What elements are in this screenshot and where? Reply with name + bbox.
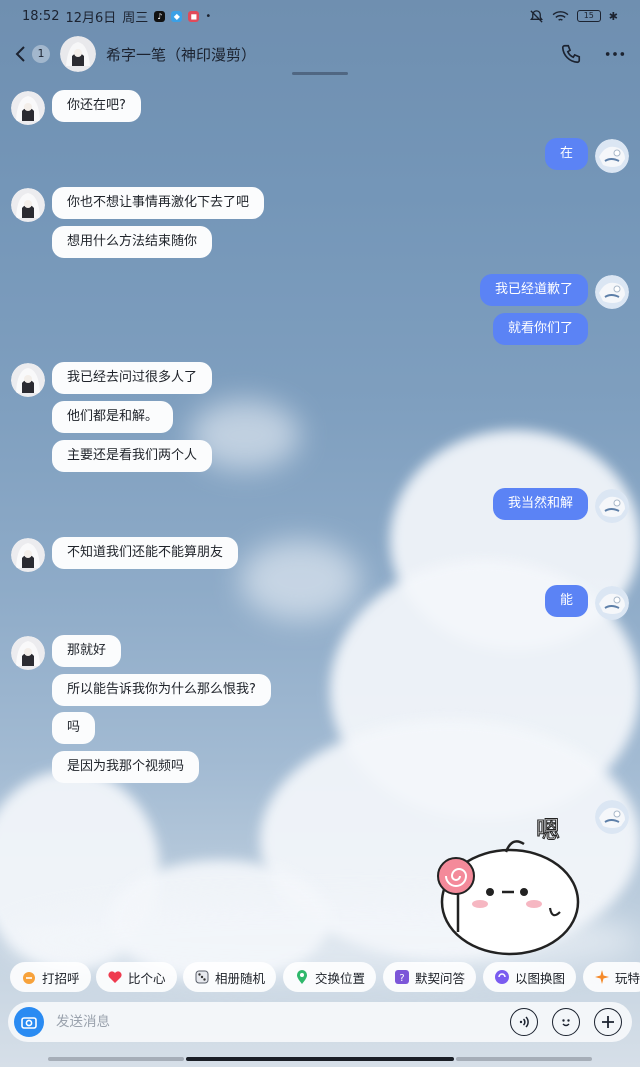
incoming-message-bubble[interactable]: 吗 xyxy=(52,712,96,744)
message-input[interactable] xyxy=(56,1014,510,1030)
pull-handle[interactable] xyxy=(292,72,348,75)
battery-indicator: 15 xyxy=(576,10,601,22)
quick-action-label: 交换位置 xyxy=(315,970,366,986)
contact-avatar[interactable] xyxy=(11,636,45,670)
sticker-message[interactable]: 嗯 xyxy=(432,808,588,958)
incoming-message-bubble[interactable]: 所以能告诉我你为什么那么恨我? xyxy=(52,674,271,706)
incoming-message-bubble[interactable]: 我已经去问过很多人了 xyxy=(52,362,213,394)
quick-action-label: 相册随机 xyxy=(215,970,266,986)
quick-action-swap-location[interactable]: 交换位置 xyxy=(283,962,377,992)
status-time: 18:52 xyxy=(22,8,60,24)
incoming-message-bubble[interactable]: 那就好 xyxy=(52,635,122,667)
unread-count-badge: 1 xyxy=(32,45,50,63)
contact-avatar[interactable] xyxy=(11,363,45,397)
incoming-message-bubble[interactable]: 你也不想让事情再激化下去了吧 xyxy=(52,187,265,219)
quick-actions-bar: 打招呼 比个心 相册随机 交换位置 ? 默契问答 以图换图 玩特 xyxy=(0,960,640,994)
quick-action-qa[interactable]: ? 默契问答 xyxy=(383,962,477,992)
voice-message-button[interactable] xyxy=(510,1008,538,1036)
incoming-message-bubble[interactable]: 主要还是看我们两个人 xyxy=(52,440,213,472)
question-icon: ? xyxy=(394,969,410,985)
incoming-message-bubble[interactable]: 你还在吧? xyxy=(52,90,141,122)
wave-icon xyxy=(21,969,37,985)
voice-wave-icon xyxy=(519,1016,529,1028)
incoming-message-bubble[interactable]: 想用什么方法结束随你 xyxy=(52,226,213,258)
my-avatar[interactable] xyxy=(595,139,629,173)
quick-action-label: 默契问答 xyxy=(415,970,466,986)
contact-avatar[interactable] xyxy=(11,91,45,125)
quick-action-heart[interactable]: 比个心 xyxy=(96,962,177,992)
status-bar: 18:52 12月6日 周三 ♪ ◆ ◼ • 15 ✱ xyxy=(0,0,640,32)
wifi-icon xyxy=(552,10,569,21)
outgoing-message-bubble[interactable]: 我已经道歉了 xyxy=(479,274,588,306)
chat-header: 1 希字一笔（神印漫剪） xyxy=(0,32,640,76)
image-swap-icon xyxy=(494,969,510,985)
my-avatar[interactable] xyxy=(595,489,629,523)
camera-button[interactable] xyxy=(14,1007,44,1037)
more-options-icon[interactable] xyxy=(604,43,626,65)
emoji-button[interactable] xyxy=(552,1008,580,1036)
quick-action-play[interactable]: 玩特 xyxy=(583,962,640,992)
my-avatar[interactable] xyxy=(595,586,629,620)
my-avatar[interactable] xyxy=(595,275,629,309)
quick-action-wave[interactable]: 打招呼 xyxy=(10,962,91,992)
contact-avatar[interactable] xyxy=(11,538,45,572)
outgoing-message-bubble[interactable]: 我当然和解 xyxy=(492,488,588,520)
plus-icon xyxy=(602,1016,614,1028)
quick-action-label: 比个心 xyxy=(128,970,166,986)
gesture-bar-segment xyxy=(48,1057,184,1061)
quick-action-label: 以图换图 xyxy=(515,970,566,986)
more-plus-button[interactable] xyxy=(594,1008,622,1036)
sparkle-icon xyxy=(594,969,610,985)
quick-action-label: 打招呼 xyxy=(42,970,80,986)
camera-icon xyxy=(21,1017,37,1029)
quick-action-label: 玩特 xyxy=(615,970,640,986)
gesture-bar-segment xyxy=(456,1057,592,1061)
outgoing-message-bubble[interactable]: 在 xyxy=(544,138,588,170)
emoji-face-icon xyxy=(562,1019,570,1027)
incoming-message-bubble[interactable]: 不知道我们还能不能算朋友 xyxy=(52,537,239,569)
contact-avatar[interactable] xyxy=(11,188,45,222)
my-avatar[interactable] xyxy=(595,800,629,834)
tiktok-notification-icon: ♪ xyxy=(154,10,166,22)
sticker-text: 嗯 xyxy=(536,816,560,844)
incoming-message-bubble[interactable]: 他们都是和解。 xyxy=(52,401,174,433)
quick-action-image-swap[interactable]: 以图换图 xyxy=(483,962,577,992)
bluetooth-icon: ✱ xyxy=(608,9,618,23)
location-pin-icon xyxy=(294,969,310,985)
quick-action-album-random[interactable]: 相册随机 xyxy=(183,962,277,992)
outgoing-message-bubble[interactable]: 就看你们了 xyxy=(492,313,588,345)
contact-name: 希字一笔（神印漫剪） xyxy=(106,45,257,64)
dice-icon xyxy=(194,969,210,985)
phone-call-icon[interactable] xyxy=(560,43,582,65)
chevron-left-icon xyxy=(15,46,25,62)
sky-cloud xyxy=(240,540,360,620)
back-button[interactable]: 1 xyxy=(14,45,50,63)
message-input-bar xyxy=(8,1002,632,1042)
svg-text:?: ? xyxy=(399,973,404,984)
app-notification-icon: ◼ xyxy=(188,10,200,22)
home-indicator[interactable] xyxy=(186,1057,454,1061)
outgoing-message-bubble[interactable]: 能 xyxy=(544,585,588,617)
mute-bell-icon xyxy=(529,9,543,23)
status-date: 12月6日 xyxy=(65,10,117,26)
app-notification-icon: ◆ xyxy=(171,10,183,22)
heart-icon xyxy=(107,969,123,985)
more-notifications-icon: • xyxy=(205,10,212,22)
contact-avatar[interactable] xyxy=(60,36,96,72)
status-weekday: 周三 xyxy=(122,10,149,26)
incoming-message-bubble[interactable]: 是因为我那个视频吗 xyxy=(52,751,200,783)
